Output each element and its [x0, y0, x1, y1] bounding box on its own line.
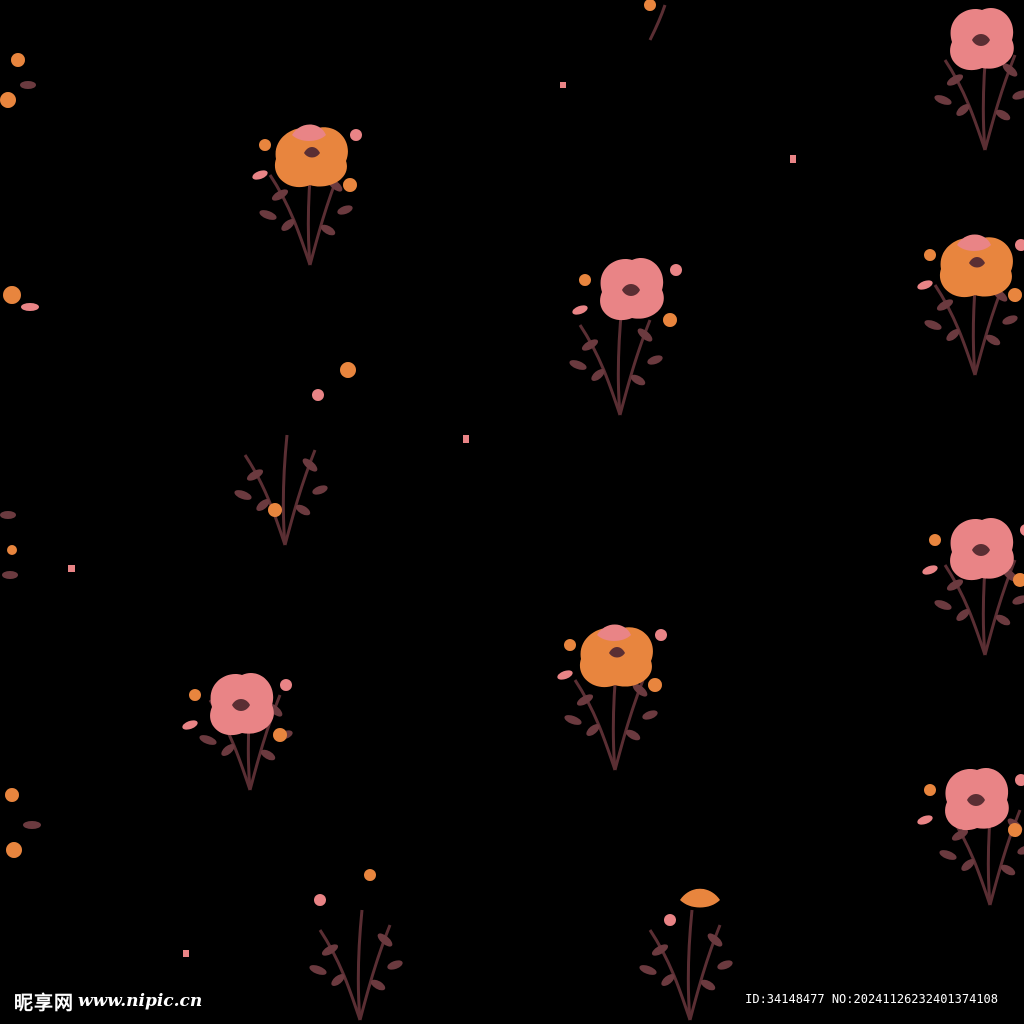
watermark-logo-text: 昵享网	[14, 991, 75, 1014]
watermark-logo: 昵享网 www.nipic.cn	[14, 988, 202, 1014]
floral-pattern-image: 昵享网 www.nipic.cn ID:34148477 NO:20241126…	[0, 0, 1024, 1024]
floral-pattern-svg	[0, 0, 1024, 1022]
watermark-id: ID:34148477 NO:20241126232401374108	[745, 992, 998, 1006]
watermark-site: www.nipic.cn	[78, 991, 203, 1011]
